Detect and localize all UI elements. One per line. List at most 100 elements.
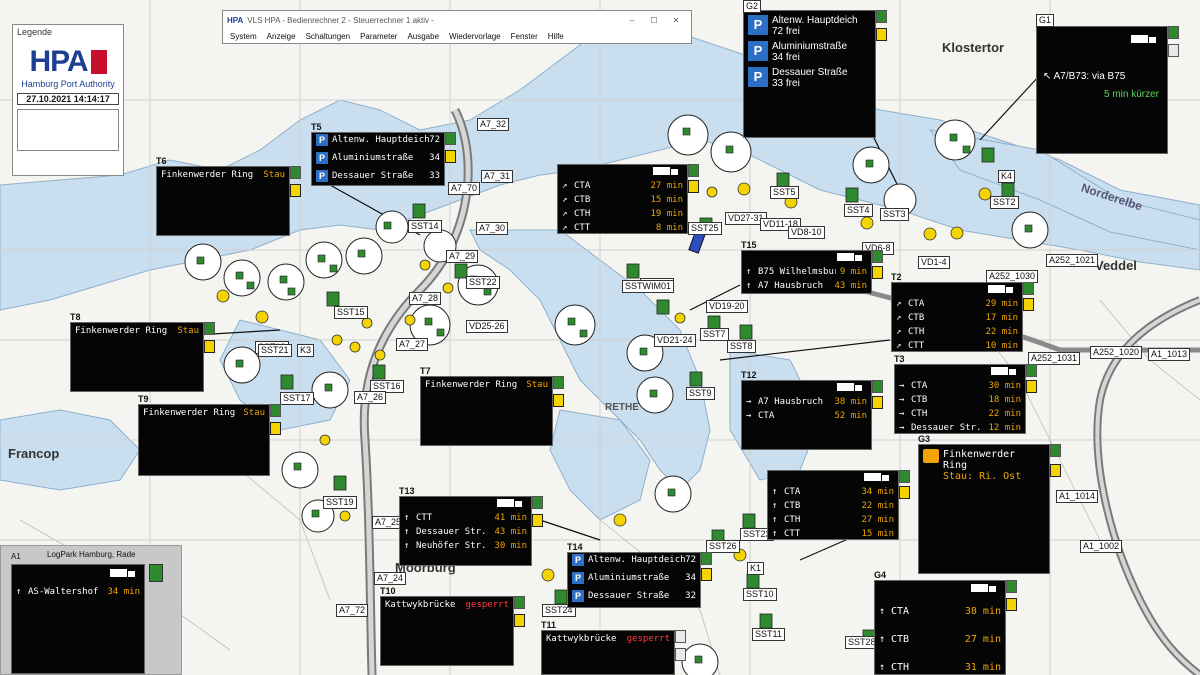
station-label[interactable]: A7_32 — [477, 118, 510, 131]
warning-icon[interactable] — [445, 150, 456, 163]
sign-g4[interactable]: ↑ CTA 38 min ↑ CTB 27 min ↑ CTH 31 min — [874, 580, 1006, 675]
status-icon[interactable] — [701, 552, 712, 565]
status-icon[interactable] — [899, 470, 910, 483]
sign-t2[interactable]: ↗ CTA 29 min ↗ CTB 17 min ↗ CTH 22 min ↗ CTT 10 min — [891, 282, 1023, 352]
warning-icon[interactable] — [1023, 298, 1034, 311]
station-label[interactable]: SST22 — [466, 276, 500, 289]
sign-truck-terminals-2[interactable]: ↑ CTA 34 min ↑ CTB 22 min ↑ CTH 27 min ↑ CTT 15 min — [767, 470, 899, 540]
warning-icon[interactable] — [1026, 380, 1037, 393]
warning-icon[interactable] — [532, 514, 543, 527]
station-label[interactable]: A7_27 — [396, 338, 429, 351]
maximize-icon[interactable]: ☐ — [643, 16, 665, 25]
sign-t3[interactable]: → CTA 30 min → CTB 18 min → CTH 22 min → Dessauer … — [894, 364, 1026, 434]
status-icon[interactable] — [1168, 44, 1179, 57]
panel-a1[interactable]: A1 LogPark Hamburg, Rade ↑ AS-Waltershof 3… — [0, 545, 182, 675]
sign-t12[interactable]: → A7 Hausbruch 38 min → CTA 52 min — [741, 380, 872, 450]
menu-item-anzeige[interactable]: Anzeige — [262, 32, 301, 41]
status-icon[interactable] — [1023, 282, 1034, 295]
warning-icon[interactable] — [688, 180, 699, 193]
menu-item-parameter[interactable]: Parameter — [355, 32, 402, 41]
status-icon[interactable] — [204, 322, 215, 335]
station-label[interactable]: SST19 — [323, 496, 357, 509]
status-icon[interactable] — [1006, 580, 1017, 593]
menu-item-hilfe[interactable]: Hilfe — [543, 32, 569, 41]
station-label[interactable]: K1 — [747, 562, 765, 575]
station-label[interactable]: A7_30 — [476, 222, 509, 235]
sign-t6[interactable]: Finkenwerder Ring Stau — [156, 166, 290, 236]
station-label[interactable]: A1_1014 — [1056, 490, 1099, 503]
warning-icon[interactable] — [872, 396, 883, 409]
station-label[interactable]: A7_29 — [446, 250, 479, 263]
warning-icon[interactable] — [204, 340, 215, 353]
station-label[interactable]: VD19-20 — [706, 300, 748, 313]
sign-g1[interactable]: ↖ A7/B73: via B75 5 min kürzer — [1036, 26, 1168, 154]
station-label[interactable]: SST3 — [880, 208, 909, 221]
station-label[interactable]: A252_1020 — [1090, 346, 1143, 359]
menu-item-wiedervorlage[interactable]: Wiedervorlage — [444, 32, 506, 41]
status-icon[interactable] — [1026, 364, 1037, 377]
station-label[interactable]: A252_1021 — [1046, 254, 1099, 267]
sign-t14[interactable]: P Altenw. Hauptdeich 72 P Aluminiumstraße 34… — [567, 552, 701, 608]
warning-icon[interactable] — [1006, 598, 1017, 611]
station-label[interactable]: SST21 — [258, 344, 292, 357]
status-icon[interactable] — [1050, 444, 1061, 457]
status-icon[interactable] — [688, 164, 699, 177]
warning-icon[interactable] — [899, 486, 910, 499]
station-label[interactable]: SST11 — [752, 628, 785, 641]
sign-t5[interactable]: P Altenw. Hauptdeich 72 P Aluminiumstraße 34… — [311, 132, 445, 186]
station-label[interactable]: A7_26 — [354, 391, 387, 404]
station-label[interactable]: SST9 — [686, 387, 715, 400]
station-label[interactable]: SSTWIM01 — [622, 280, 675, 293]
warning-icon[interactable] — [876, 28, 887, 41]
warning-icon[interactable] — [290, 184, 301, 197]
station-label[interactable]: A7_24 — [374, 572, 407, 585]
station-label[interactable]: A7_70 — [448, 182, 481, 195]
sign-t7[interactable]: Finkenwerder Ring Stau — [420, 376, 553, 446]
sign-t10[interactable]: Kattwykbrücke gesperrt — [380, 596, 514, 666]
menu-item-fenster[interactable]: Fenster — [506, 32, 543, 41]
sign-t9[interactable]: Finkenwerder Ring Stau — [138, 404, 270, 476]
station-label[interactable]: VD8-10 — [788, 226, 825, 239]
station-label[interactable]: K3 — [297, 344, 315, 357]
station-label[interactable]: K4 — [998, 170, 1016, 183]
sign-g2[interactable]: P Altenw. Hauptdeich 72 frei P Aluminiumstr… — [743, 10, 876, 138]
warning-icon[interactable] — [1050, 464, 1061, 477]
warning-icon[interactable] — [701, 568, 712, 581]
status-icon[interactable] — [876, 10, 887, 23]
status-icon[interactable] — [270, 404, 281, 417]
sign-t13[interactable]: ↑ CTT 41 min ↑ Dessauer Str. 43 min ↑ Neuhöfer … — [399, 496, 532, 566]
station-label[interactable]: SST14 — [408, 220, 442, 233]
station-label[interactable]: SST7 — [700, 328, 729, 341]
sign-truck-terminals-1[interactable]: ↗ CTA 27 min ↗ CTB 15 min ↗ CTH 19 min ↗ CTT 8 min — [557, 164, 688, 234]
station-label[interactable]: SST2 — [990, 196, 1019, 209]
status-icon[interactable] — [553, 376, 564, 389]
status-icon[interactable] — [675, 648, 686, 661]
station-label[interactable]: VD25-26 — [466, 320, 508, 333]
warning-icon[interactable] — [514, 614, 525, 627]
station-label[interactable]: SST25 — [688, 222, 722, 235]
station-label[interactable]: SST10 — [743, 588, 777, 601]
station-label[interactable]: VD21-24 — [654, 334, 696, 347]
station-label[interactable]: A1_1002 — [1080, 540, 1123, 553]
station-label[interactable]: A1_1013 — [1148, 348, 1191, 361]
menu-item-system[interactable]: System — [225, 32, 262, 41]
status-icon[interactable] — [445, 132, 456, 145]
status-icon[interactable] — [872, 380, 883, 393]
station-label[interactable]: A7_28 — [409, 292, 442, 305]
sign-g3[interactable]: Finkenwerder Ring Stau: Ri. Ost — [918, 444, 1050, 574]
status-icon[interactable] — [872, 250, 883, 263]
sign-t8[interactable]: Finkenwerder Ring Stau — [70, 322, 204, 392]
sign-t15[interactable]: ↑B75 Wilhelmsburg9 min ↑A7 Hausbruch43 m… — [741, 250, 872, 294]
station-label[interactable]: SST15 — [334, 306, 368, 319]
menu-item-ausgabe[interactable]: Ausgabe — [402, 32, 444, 41]
station-label[interactable]: SST8 — [727, 340, 756, 353]
warning-icon[interactable] — [553, 394, 564, 407]
station-label[interactable]: SST17 — [280, 392, 314, 405]
close-icon[interactable]: ✕ — [665, 16, 687, 25]
status-icon[interactable] — [1168, 26, 1179, 39]
status-icon[interactable] — [675, 630, 686, 643]
warning-icon[interactable] — [872, 266, 883, 279]
station-label[interactable]: SST4 — [844, 204, 873, 217]
status-icon[interactable] — [532, 496, 543, 509]
station-label[interactable]: VD1-4 — [918, 256, 950, 269]
